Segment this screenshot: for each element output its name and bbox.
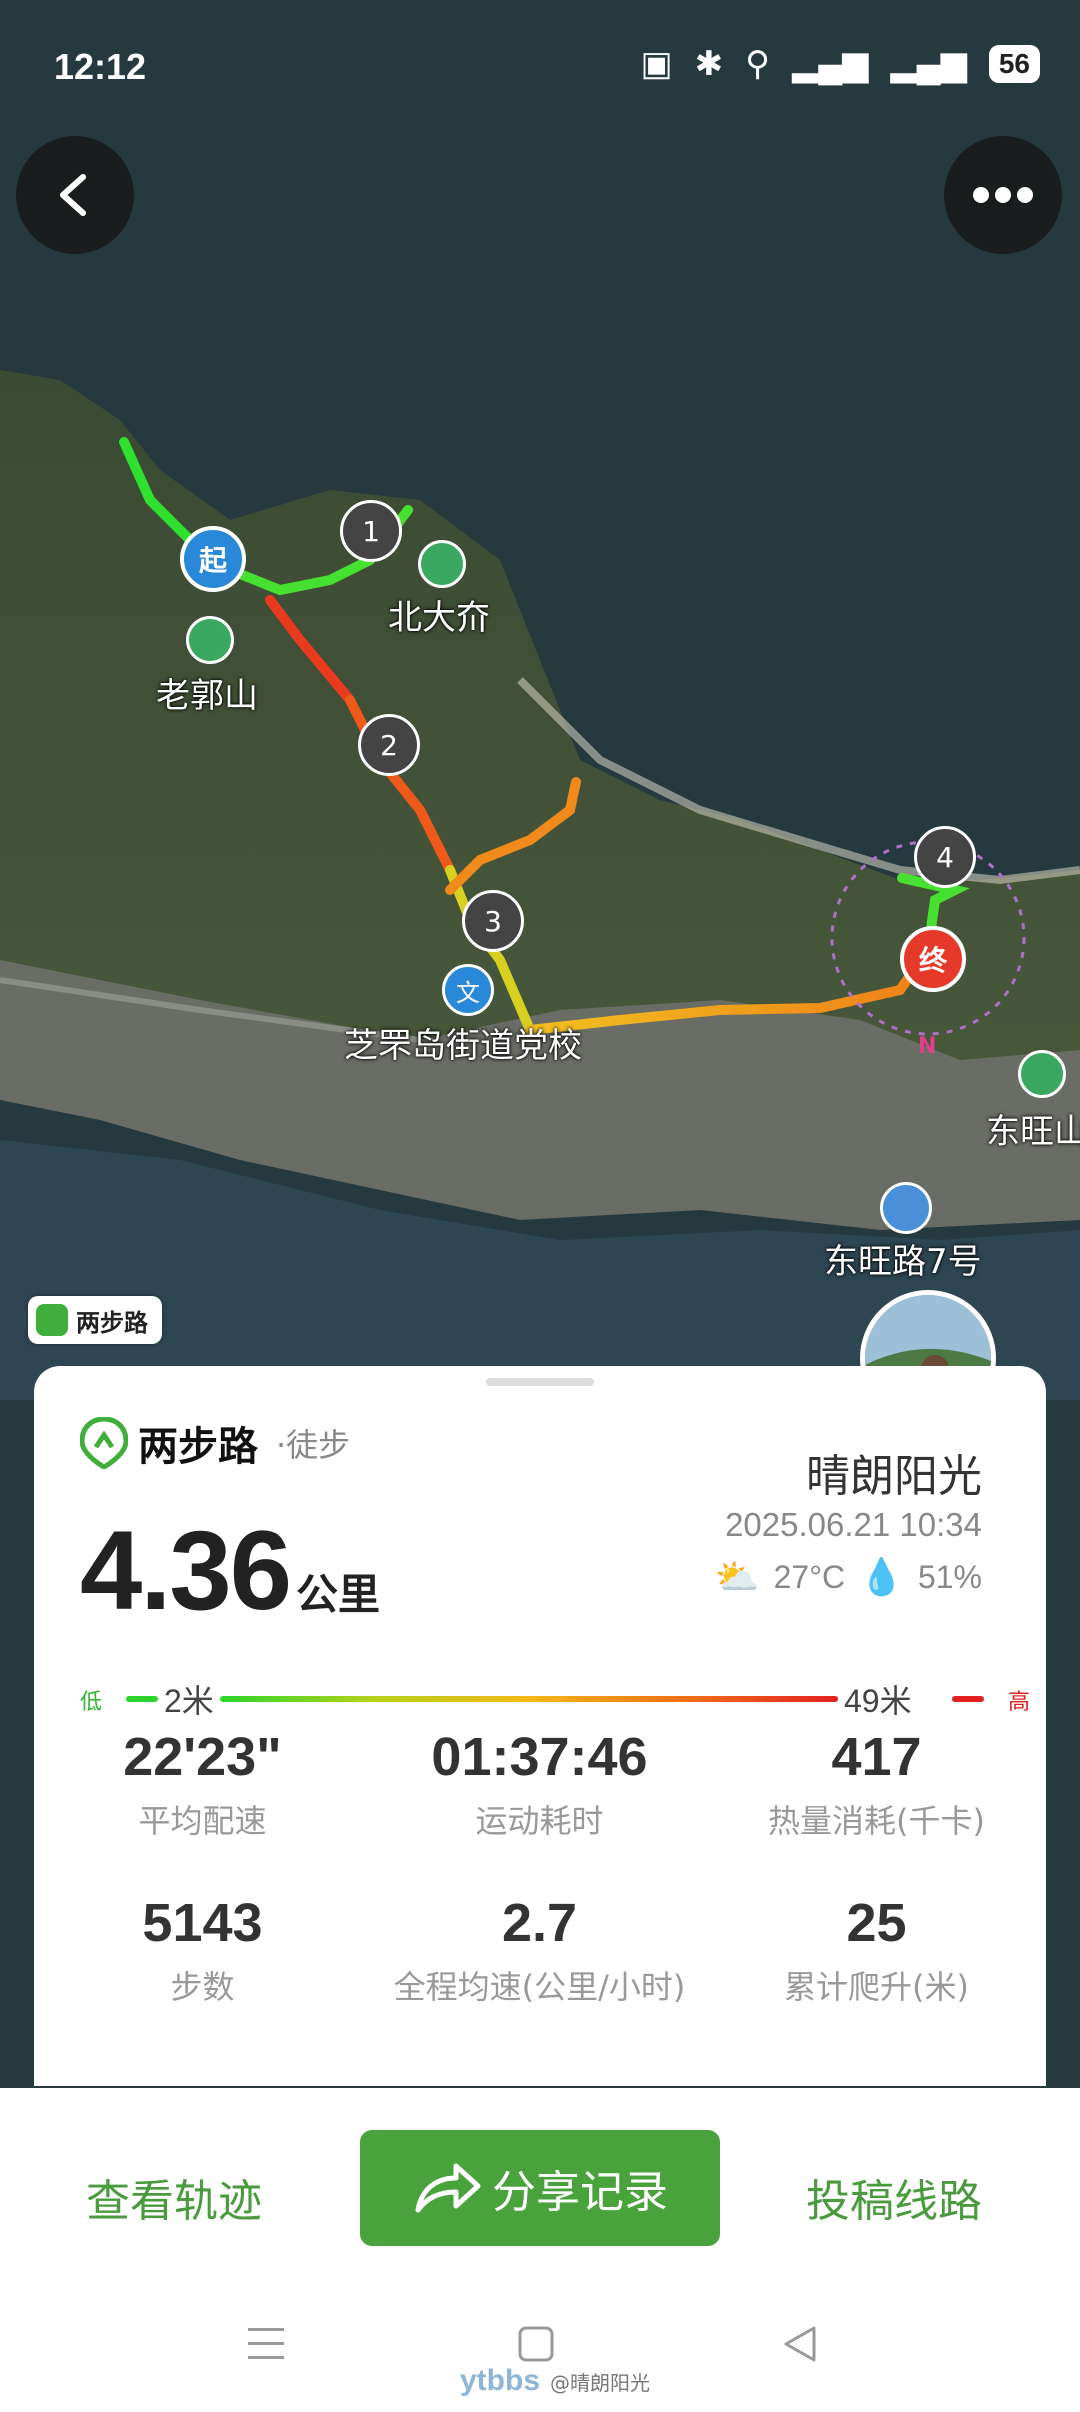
share-icon (415, 2163, 481, 2213)
nfc-icon: ▣ (640, 45, 673, 83)
brand-badge: 两步路 (28, 1296, 162, 1344)
elevation-gradient-bar (220, 1696, 838, 1702)
mountain-icon (1018, 1050, 1066, 1098)
activity-type: ·徒步 (276, 1426, 351, 1464)
waypoint-label: 1 (362, 514, 380, 548)
bottom-action-bar: 查看轨迹 分享记录 投稿线路 ytbbs @晴朗阳光 (0, 2088, 1080, 2412)
brand-row: 两步路 ·徒步 (80, 1414, 350, 1472)
brand-badge-label: 两步路 (76, 1308, 148, 1337)
mountain-icon (186, 616, 234, 664)
back-button[interactable] (16, 136, 134, 254)
stat-duration: 01:37:46 运动耗时 (371, 1726, 708, 1842)
place-label-laoguoshan: 老郭山 (156, 676, 258, 716)
app-logo-icon (80, 1417, 128, 1469)
home-square-icon (518, 2326, 554, 2362)
distance: 4.36 公里 (80, 1506, 380, 1635)
watermark: ytbbs @晴朗阳光 (460, 2364, 650, 2398)
place-label-school: 芝罘岛街道党校 (344, 1026, 582, 1066)
menu-icon (248, 2328, 284, 2359)
recent-apps-button[interactable] (244, 2324, 288, 2374)
bluetooth-icon: ✱ (694, 45, 724, 83)
signal-5g-icon: ▂▄▆ (792, 45, 869, 83)
end-label: 终 (918, 944, 947, 977)
share-record-button[interactable]: 分享记录 (360, 2130, 720, 2246)
waypoint-label: 2 (380, 728, 398, 762)
stat-value: 2.7 (501, 1893, 578, 1953)
school-icon: 文 (442, 964, 494, 1016)
elevation-legend: 低 2米 49米 高 (80, 1676, 1030, 1719)
location-pin-icon (880, 1182, 932, 1234)
humidity: 51% (917, 1558, 982, 1595)
stat-elevation-gain: 25 累计爬升(米) (708, 1892, 1045, 2008)
stat-value: 01:37:46 (431, 1727, 648, 1787)
waypoint-marker-4[interactable]: 4 (914, 826, 976, 888)
elevation-low-label: 低 (80, 1690, 103, 1715)
back-nav-button[interactable] (780, 2324, 820, 2374)
elevation-max: 49米 (844, 1683, 912, 1719)
stat-value: 417 (831, 1727, 922, 1787)
place-label-beidajie: 北大夼 (388, 598, 490, 638)
stat-value: 22'23" (123, 1727, 282, 1787)
stat-value: 5143 (142, 1893, 263, 1953)
elevation-min: 2米 (164, 1683, 214, 1719)
stat-label: 全程均速(公里/小时) (393, 1968, 686, 2006)
north-indicator: N (918, 1034, 937, 1059)
user-name: 晴朗阳光 (806, 1451, 982, 1502)
start-label: 起 (198, 544, 227, 577)
battery-icon: 56 (988, 45, 1040, 83)
back-triangle-icon (784, 2326, 816, 2362)
weather-row: ⛅ 27°C 💧 51% (715, 1556, 982, 1598)
stat-avg-speed: 2.7 全程均速(公里/小时) (371, 1892, 708, 2008)
watermark-user: @晴朗阳光 (550, 2370, 651, 2395)
stat-avg-pace: 22'23" 平均配速 (34, 1726, 371, 1842)
status-bar: 12:12 ▣ ✱ ⚲ ▂▄▆ ▂▄▆ 56 (0, 0, 1080, 140)
brand-name: 两步路 (138, 1424, 258, 1470)
chevron-left-icon (60, 174, 86, 216)
partly-cloudy-icon: ⛅ (714, 1556, 760, 1597)
waypoint-label: 3 (484, 904, 502, 938)
summary-card: 两步路 ·徒步 晴朗阳光 2025.06.21 10:34 ⛅ 27°C 💧 5… (34, 1366, 1046, 2086)
view-track-button[interactable]: 查看轨迹 (86, 2144, 262, 2260)
more-button[interactable] (944, 136, 1062, 254)
submit-route-button[interactable]: 投稿线路 (806, 2144, 982, 2260)
start-marker[interactable]: 起 (180, 526, 246, 592)
stat-label: 累计爬升(米) (784, 1968, 969, 2006)
place-label-dongwanglu: 东旺路7号 (824, 1242, 982, 1282)
stat-label: 运动耗时 (475, 1802, 604, 1840)
activity-date: 2025.06.21 10:34 (725, 1506, 982, 1543)
place-label-dongwangshan: 东旺山 (986, 1112, 1080, 1152)
humidity-icon: 💧 (859, 1556, 904, 1597)
waypoint-marker-2[interactable]: 2 (358, 714, 420, 776)
elevation-low-swatch (126, 1696, 158, 1702)
waypoint-marker-3[interactable]: 3 (462, 890, 524, 952)
status-time: 12:12 (54, 46, 147, 87)
elevation-high-swatch (952, 1696, 984, 1702)
share-record-label: 分享记录 (492, 2167, 668, 2218)
stat-value: 25 (846, 1893, 907, 1953)
location-icon: ⚲ (745, 45, 771, 83)
distance-value: 4.36 (80, 1508, 292, 1633)
waypoint-label: 4 (936, 840, 954, 874)
drag-handle[interactable] (486, 1378, 594, 1386)
temperature: 27°C (773, 1558, 846, 1595)
distance-unit: 公里 (295, 1570, 380, 1619)
watermark-logo: ytbbs (460, 2364, 541, 2397)
signal-5g-icon: ▂▄▆ (890, 45, 967, 83)
stat-label: 热量消耗(千卡) (768, 1802, 985, 1840)
stat-label: 步数 (170, 1968, 235, 2006)
stat-calories: 417 热量消耗(千卡) (708, 1726, 1045, 1842)
mountain-icon (418, 540, 466, 588)
status-icons: ▣ ✱ ⚲ ▂▄▆ ▂▄▆ 56 (641, 44, 1040, 84)
end-marker[interactable]: 终 (900, 926, 966, 992)
more-dots-icon (973, 187, 1033, 203)
stat-steps: 5143 步数 (34, 1892, 371, 2008)
stat-label: 平均配速 (138, 1802, 267, 1840)
elevation-high-label: 高 (1007, 1690, 1030, 1715)
app-logo-icon (36, 1304, 68, 1336)
waypoint-marker-1[interactable]: 1 (340, 500, 402, 562)
